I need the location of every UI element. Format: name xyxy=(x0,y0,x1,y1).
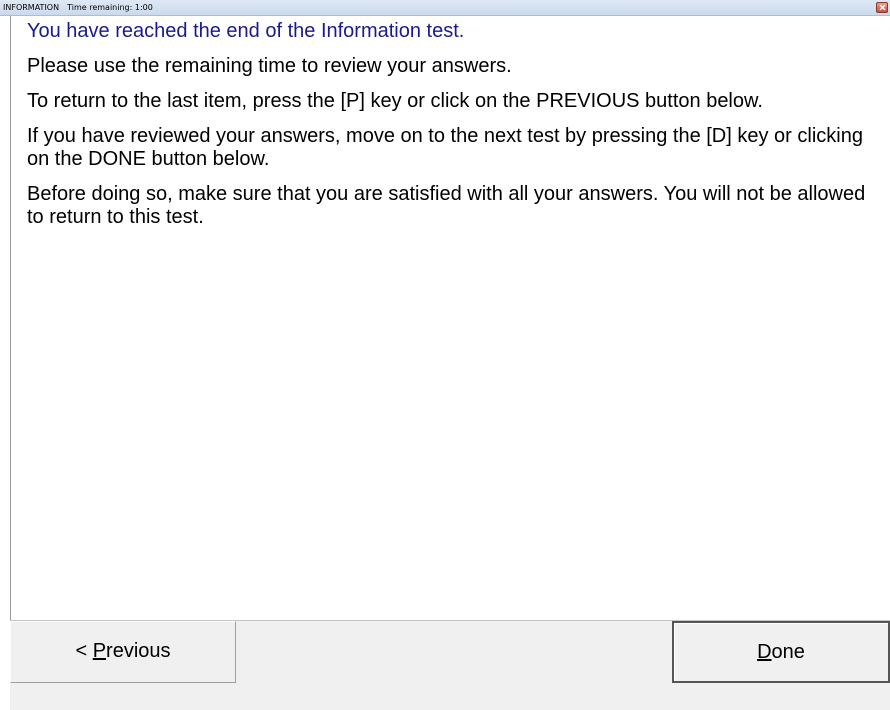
warning-paragraph: Before doing so, make sure that you are … xyxy=(27,183,866,228)
button-bar: < Previous Done xyxy=(10,620,890,710)
close-button[interactable] xyxy=(876,2,888,13)
close-icon xyxy=(879,4,886,11)
title-text: INFORMATION Time remaining: 1:00 xyxy=(3,2,153,13)
done-button[interactable]: Done xyxy=(672,621,890,683)
previous-button-prefix: < xyxy=(75,640,93,662)
previous-button-label: revious xyxy=(106,640,171,662)
previous-button[interactable]: < Previous xyxy=(10,621,236,683)
review-paragraph: Please use the remaining time to review … xyxy=(27,55,512,77)
done-button-label: one xyxy=(771,641,805,663)
message-content: You have reached the end of the Informat… xyxy=(27,20,877,241)
title-bar: INFORMATION Time remaining: 1:00 xyxy=(0,0,890,16)
test-name: INFORMATION xyxy=(3,3,60,12)
done-button-mnemonic: D xyxy=(757,641,772,663)
end-of-test-heading: You have reached the end of the Informat… xyxy=(27,20,465,42)
done-instruction-paragraph: If you have reviewed your answers, move … xyxy=(27,125,863,170)
previous-button-mnemonic: P xyxy=(92,640,107,662)
test-window: INFORMATION Time remaining: 1:00 You have… xyxy=(0,0,890,710)
previous-instruction-paragraph: To return to the last item, press the [P… xyxy=(27,90,763,112)
time-remaining: Time remaining: 1:00 xyxy=(67,3,153,12)
